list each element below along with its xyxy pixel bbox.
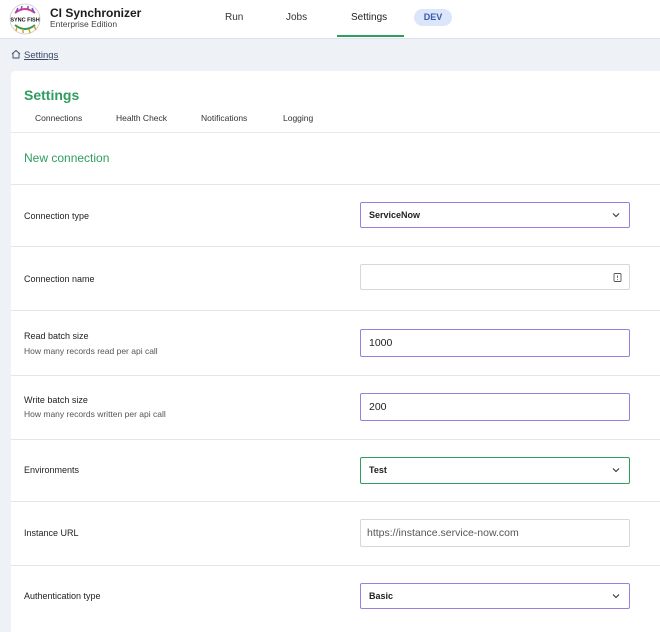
tab-notifications[interactable]: Notifications bbox=[201, 113, 247, 123]
app-title: CI Synchronizer bbox=[50, 6, 142, 20]
instance-url-placeholder: https://instance.service-now.com bbox=[367, 527, 519, 539]
tabs-divider bbox=[11, 132, 660, 133]
nav-jobs[interactable]: Jobs bbox=[286, 12, 307, 23]
connection-type-select[interactable]: ServiceNow bbox=[360, 202, 630, 228]
breadcrumb: Settings bbox=[11, 49, 58, 61]
password-manager-icon[interactable] bbox=[613, 273, 622, 282]
chevron-down-icon bbox=[612, 468, 620, 473]
read-batch-hint: How many records read per api call bbox=[24, 346, 158, 356]
row-divider bbox=[11, 375, 660, 376]
row-divider bbox=[11, 310, 660, 311]
chevron-down-icon bbox=[612, 213, 620, 218]
auth-type-label: Authentication type bbox=[24, 591, 101, 601]
environments-label: Environments bbox=[24, 465, 80, 475]
breadcrumb-settings[interactable]: Settings bbox=[24, 50, 58, 61]
row-divider bbox=[11, 565, 660, 566]
home-icon bbox=[11, 49, 21, 59]
connection-type-label: Connection type bbox=[24, 211, 90, 221]
write-batch-hint: How many records written per api call bbox=[24, 409, 166, 419]
write-batch-label: Write batch size bbox=[24, 395, 88, 405]
environments-value: Test bbox=[369, 465, 387, 475]
chevron-down-icon bbox=[612, 594, 620, 599]
nav-active-indicator bbox=[337, 35, 404, 37]
row-divider bbox=[11, 439, 660, 440]
read-batch-label: Read batch size bbox=[24, 331, 89, 341]
read-batch-value: 1000 bbox=[369, 337, 393, 349]
settings-card: Settings Connections Health Check Notifi… bbox=[11, 71, 660, 632]
auth-type-value: Basic bbox=[369, 591, 394, 601]
connection-name-input[interactable] bbox=[360, 264, 630, 290]
read-batch-input[interactable]: 1000 bbox=[360, 329, 630, 357]
write-batch-input[interactable]: 200 bbox=[360, 393, 630, 421]
instance-url-label: Instance URL bbox=[24, 528, 79, 538]
top-bar: SYNC FISH CI Synchronizer Enterprise Edi… bbox=[0, 0, 660, 39]
nav-settings[interactable]: Settings bbox=[351, 12, 387, 23]
environments-select[interactable]: Test bbox=[360, 457, 630, 484]
instance-url-input[interactable]: https://instance.service-now.com bbox=[360, 519, 630, 547]
page-title: Settings bbox=[24, 87, 80, 103]
connection-type-value: ServiceNow bbox=[369, 210, 421, 220]
nav-run[interactable]: Run bbox=[225, 12, 243, 23]
connection-name-label: Connection name bbox=[24, 274, 95, 284]
tab-health-check[interactable]: Health Check bbox=[116, 113, 167, 123]
auth-type-select[interactable]: Basic bbox=[360, 583, 630, 609]
app-edition: Enterprise Edition bbox=[50, 19, 118, 29]
sync-fish-logo: SYNC FISH bbox=[9, 3, 41, 35]
logo-text: SYNC FISH bbox=[10, 18, 39, 24]
environment-badge[interactable]: DEV bbox=[414, 9, 452, 26]
write-batch-value: 200 bbox=[369, 401, 387, 413]
section-title: New connection bbox=[24, 151, 110, 165]
row-divider bbox=[11, 184, 660, 185]
row-divider bbox=[11, 501, 660, 502]
tab-connections[interactable]: Connections bbox=[35, 113, 82, 123]
tab-logging[interactable]: Logging bbox=[283, 113, 313, 123]
row-divider bbox=[11, 246, 660, 247]
